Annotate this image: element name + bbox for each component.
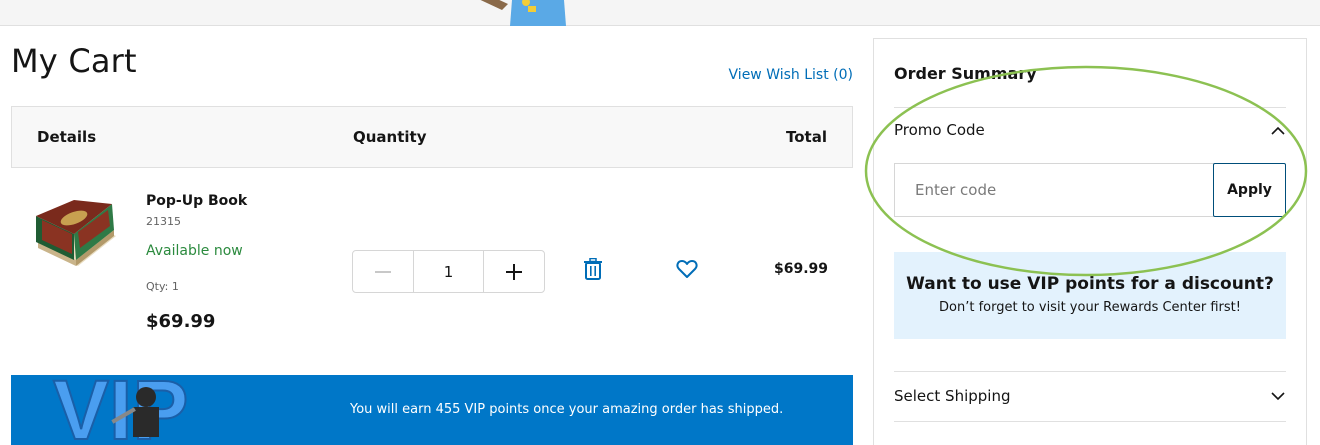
promo-code-input[interactable] [894, 163, 1214, 217]
chevron-down-icon[interactable] [1271, 392, 1285, 401]
increase-quantity-button[interactable] [483, 251, 544, 292]
apply-promo-button[interactable]: Apply [1213, 163, 1286, 217]
top-banner-strip [0, 0, 1320, 26]
vip-discount-title: Want to use VIP points for a discount? [906, 274, 1274, 294]
product-qty-label: Qty: 1 [146, 280, 179, 293]
divider [894, 421, 1286, 422]
product-price: $69.99 [146, 311, 216, 332]
chevron-up-icon[interactable] [1271, 126, 1285, 135]
header-details: Details [37, 128, 97, 146]
promo-code-toggle[interactable]: Promo Code [894, 121, 985, 139]
plus-icon [506, 263, 522, 280]
header-quantity: Quantity [353, 128, 427, 146]
product-name[interactable]: Pop-Up Book [146, 193, 247, 209]
product-image[interactable] [34, 196, 120, 270]
trash-icon[interactable] [583, 258, 603, 280]
availability-status: Available now [146, 243, 243, 259]
vip-logo-illustration: VIP [52, 375, 189, 445]
vip-discount-subtitle: Don’t forget to visit your Rewards Cente… [939, 300, 1241, 315]
page-title: My Cart [11, 42, 137, 80]
order-summary-panel: Order Summary Promo Code Apply Want to u… [873, 38, 1307, 445]
quantity-value[interactable]: 1 [414, 251, 483, 292]
order-summary-title: Order Summary [894, 64, 1037, 83]
select-shipping-toggle[interactable]: Select Shipping [894, 387, 1010, 405]
vip-logo-text: VIP [53, 375, 188, 445]
divider [894, 107, 1286, 108]
vip-points-banner: VIP You will earn 455 VIP points once yo… [11, 375, 853, 445]
minus-icon [375, 270, 391, 273]
view-wishlist-link[interactable]: View Wish List (0) [729, 67, 853, 83]
line-total: $69.99 [773, 261, 828, 277]
divider [894, 371, 1286, 372]
header-total: Total [786, 128, 827, 146]
minifigure-illustration [480, 0, 566, 26]
product-sku: 21315 [146, 215, 181, 228]
heart-icon[interactable] [676, 259, 698, 279]
quantity-stepper: 1 [352, 250, 545, 293]
cart-table-header: Details Quantity Total [11, 106, 853, 168]
decrease-quantity-button[interactable] [353, 251, 414, 292]
vip-points-message: You will earn 455 VIP points once your a… [350, 402, 784, 417]
vip-discount-box: Want to use VIP points for a discount? D… [894, 252, 1286, 339]
